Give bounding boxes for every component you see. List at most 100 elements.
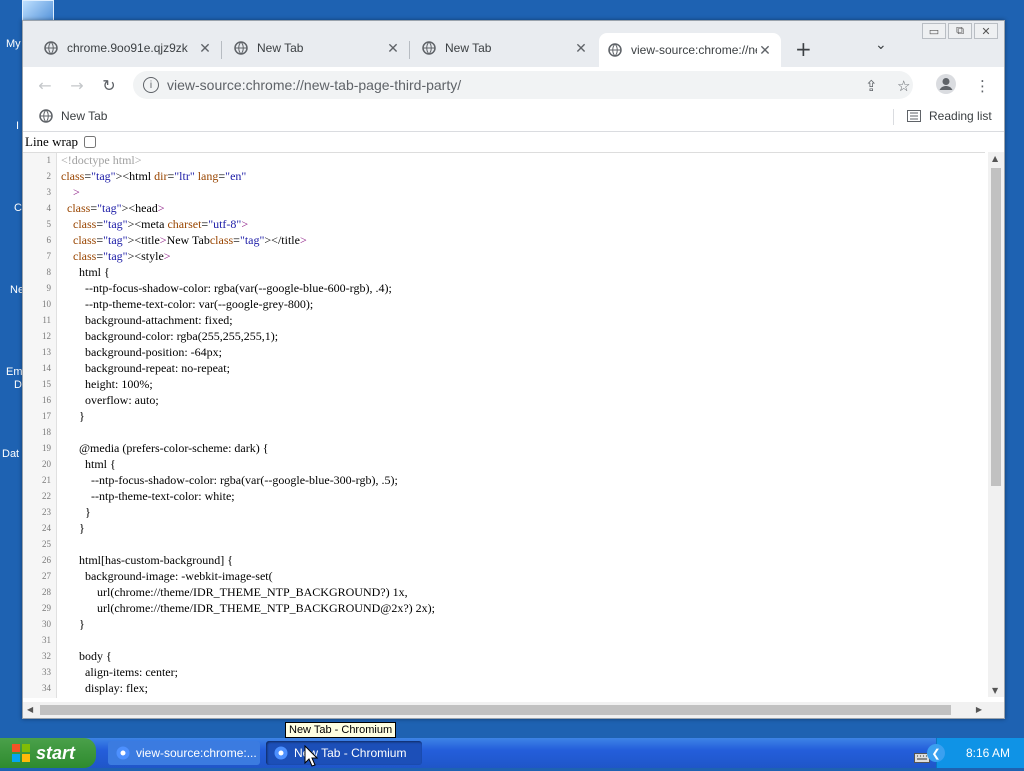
system-tray: ❮ 8:16 AM (927, 738, 1024, 768)
line-number: 11 (42, 315, 51, 325)
address-bar-url: view-source:chrome://new-tab-page-third-… (167, 77, 462, 93)
taskbar-button-label: view-source:chrome:... (136, 746, 257, 760)
tab-2[interactable]: New Tab ✕ (233, 33, 401, 63)
site-info-icon[interactable]: i (143, 77, 159, 93)
source-line: 3 > (23, 185, 983, 201)
line-number: 21 (42, 475, 51, 485)
source-line: 22 --ntp-theme-text-color: white; (23, 489, 983, 505)
source-line: 14 background-repeat: no-repeat; (23, 361, 983, 377)
taskbar: start view-source:chrome:... New Tab - C… (0, 738, 1024, 768)
desktop-label-1[interactable]: My (6, 38, 21, 50)
source-line: 12 background-color: rgba(255,255,255,1)… (23, 329, 983, 345)
vertical-scroll-thumb[interactable] (991, 168, 1001, 486)
line-text: --ntp-theme-text-color: white; (61, 489, 235, 503)
desktop-label-3[interactable]: C (14, 202, 22, 214)
tab-search-chevron-icon[interactable]: ⌄ (875, 37, 887, 53)
line-text: class="tag"><head> (67, 201, 165, 215)
line-number: 14 (42, 363, 51, 373)
tab-close-icon[interactable]: ✕ (385, 40, 401, 57)
line-number: 26 (42, 555, 51, 565)
horizontal-scroll-thumb[interactable] (40, 705, 951, 715)
bookmark-star-icon[interactable]: ☆ (897, 77, 910, 95)
address-bar[interactable]: i view-source:chrome://new-tab-page-thir… (133, 71, 913, 99)
tray-expand-icon[interactable]: ❮ (927, 744, 945, 762)
line-text: html { (61, 457, 116, 471)
line-number: 29 (42, 603, 51, 613)
source-line: 31 (23, 633, 983, 649)
bookmark-new-tab[interactable]: New Tab (39, 109, 107, 123)
desktop-label-7[interactable]: Dat (2, 448, 19, 460)
taskbar-button-view-source[interactable]: view-source:chrome:... (108, 741, 260, 765)
start-button[interactable]: start (0, 738, 96, 768)
bookmarks-divider (893, 109, 894, 125)
start-label: start (36, 742, 76, 763)
tab-close-icon[interactable]: ✕ (197, 40, 213, 57)
line-text: class="tag"><style> (73, 249, 171, 263)
line-number: 15 (42, 379, 51, 389)
line-number: 22 (42, 491, 51, 501)
tab-4-active[interactable]: view-source:chrome://ne ✕ (599, 33, 781, 67)
scroll-up-arrow-icon[interactable]: ▲ (992, 154, 998, 163)
tab-title: view-source:chrome://ne (631, 43, 757, 57)
globe-icon (39, 109, 53, 123)
menu-kebab-icon[interactable]: ⋮ (975, 77, 990, 95)
globe-icon (607, 42, 623, 58)
source-line: 1 <!doctype html> (23, 153, 983, 169)
reload-icon[interactable]: ↻ (99, 75, 119, 95)
line-text: html { (61, 265, 110, 279)
line-wrap-checkbox[interactable] (84, 136, 97, 148)
source-line: 34 display: flex; (23, 681, 983, 697)
desktop-label-5[interactable]: Em (6, 366, 23, 378)
tab-close-icon[interactable]: ✕ (757, 42, 773, 59)
vertical-scrollbar[interactable]: ▲ ▼ (988, 152, 1004, 697)
source-line: 7 class="tag"><style> (23, 249, 983, 265)
new-tab-plus-icon[interactable]: + (795, 37, 812, 61)
line-number: 20 (42, 459, 51, 469)
share-icon[interactable]: ⇪ (865, 77, 878, 95)
desktop-label-6[interactable]: D (14, 379, 22, 391)
line-text (51, 537, 61, 553)
line-text: class="tag"><title>New Tabclass="tag"></… (73, 233, 307, 247)
line-number: 6 (46, 235, 52, 245)
chromium-icon (274, 746, 288, 760)
line-number: 31 (42, 635, 51, 645)
source-line: 19 @media (prefers-color-scheme: dark) { (23, 441, 983, 457)
source-line: 5 class="tag"><meta charset="utf-8"> (23, 217, 983, 233)
source-line: 32 body { (23, 649, 983, 665)
line-text: align-items: center; (61, 665, 178, 679)
line-number: 17 (42, 411, 51, 421)
line-number: 10 (42, 299, 51, 309)
tab-3[interactable]: New Tab ✕ (421, 33, 589, 63)
source-line: 20 html { (23, 457, 983, 473)
source-line: 15 height: 100%; (23, 377, 983, 393)
tab-close-icon[interactable]: ✕ (573, 40, 589, 57)
line-number: 4 (46, 203, 52, 213)
tab-1[interactable]: chrome.9oo91e.qjz9zk ✕ (43, 33, 213, 63)
line-number: 32 (42, 651, 51, 661)
windows-flag-icon (12, 744, 30, 762)
back-arrow-icon[interactable]: ← (35, 75, 55, 95)
scroll-right-arrow-icon[interactable]: ▶ (976, 705, 982, 714)
line-text: background-image: -webkit-image-set( (61, 569, 273, 583)
line-text (51, 633, 61, 649)
line-number: 28 (42, 587, 51, 597)
line-wrap-toggle[interactable]: Line wrap (25, 134, 97, 150)
line-text: html[has-custom-background] { (61, 553, 234, 567)
horizontal-scrollbar[interactable]: ◀ ▶ (23, 702, 1004, 718)
profile-avatar-icon[interactable] (935, 73, 957, 99)
taskbar-button-new-tab[interactable]: New Tab - Chromium (266, 741, 422, 765)
tab-separator (221, 41, 222, 59)
reading-list-button[interactable]: Reading list (907, 109, 992, 123)
line-number: 34 (42, 683, 51, 693)
scroll-down-arrow-icon[interactable]: ▼ (992, 686, 998, 695)
clock[interactable]: 8:16 AM (966, 746, 1010, 760)
line-number: 18 (42, 427, 51, 437)
forward-arrow-icon[interactable]: → (67, 75, 87, 95)
line-text: height: 100%; (61, 377, 153, 391)
desktop-label-2[interactable]: I (16, 120, 19, 132)
line-text: body { (61, 649, 112, 663)
source-line: 25 (23, 537, 983, 553)
tab-title: New Tab (445, 41, 492, 55)
line-number: 24 (42, 523, 51, 533)
scroll-left-arrow-icon[interactable]: ◀ (27, 705, 33, 714)
